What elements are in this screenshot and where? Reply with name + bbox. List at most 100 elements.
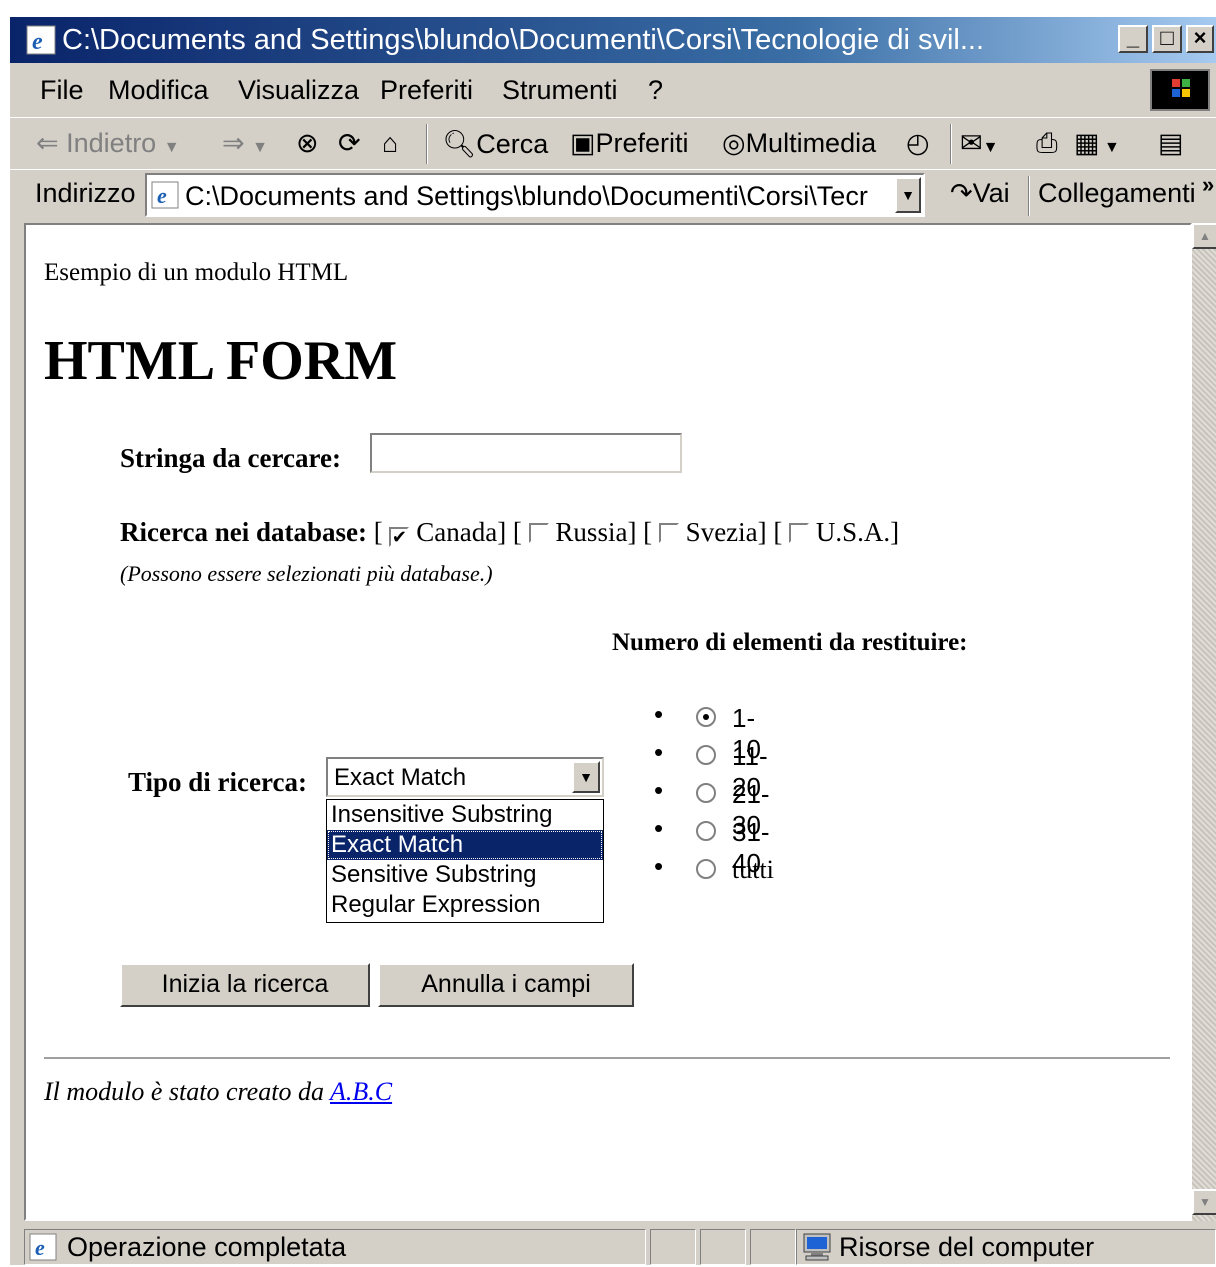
address-input[interactable]: e C:\Documents and Settings\blundo\Docum… (145, 173, 925, 217)
radio-icon (696, 821, 716, 841)
browser-window: e C:\Documents and Settings\blundo\Docum… (8, 15, 1216, 1265)
svg-text:e: e (157, 183, 167, 208)
history-button[interactable]: ◴ (906, 128, 930, 159)
menu-bar: File Modifica Visualizza Preferiti Strum… (10, 67, 1216, 113)
footer-text: Il modulo è stato creato da A.B.C (44, 1077, 392, 1107)
toolbar-separator (1028, 176, 1030, 216)
toolbar-separator (426, 124, 428, 164)
favorites-button[interactable]: ▣Preferiti (570, 128, 689, 159)
bullet-icon: • (654, 737, 664, 767)
toolbar-separator (950, 124, 952, 164)
reset-button[interactable]: Annulla i campi (378, 963, 634, 1007)
count-label: Numero di elementi da restituire: (612, 629, 968, 656)
radio-checked-icon (696, 707, 716, 727)
menu-file[interactable]: File (40, 75, 84, 106)
internet-explorer-icon: e (26, 25, 56, 55)
edit-button[interactable]: ▦ ▼ (1074, 128, 1120, 159)
database-note: (Possono essere selezionati più database… (120, 561, 493, 586)
title-bar[interactable]: e C:\Documents and Settings\blundo\Docum… (10, 17, 1216, 63)
svg-text:e: e (32, 29, 43, 55)
svg-text:e: e (35, 1235, 45, 1260)
bullet-icon: • (654, 813, 664, 843)
print-button[interactable]: ⎙ (1036, 128, 1058, 160)
intro-text: Esempio di un modulo HTML (44, 259, 349, 286)
mail-icon: ✉ (960, 128, 983, 158)
menu-strumenti[interactable]: Strumenti (502, 75, 618, 106)
home-button[interactable]: ⌂ (382, 128, 398, 159)
menu-help[interactable]: ? (648, 75, 663, 106)
checkbox-svezia[interactable] (658, 523, 679, 543)
dropdown-option[interactable]: Regular Expression (327, 890, 603, 920)
checkbox-canada-label: Canada (416, 517, 498, 547)
search-type-selected: Exact Match (334, 764, 467, 791)
chevron-down-icon[interactable]: ▼ (572, 761, 600, 793)
bullet-icon: • (654, 775, 664, 805)
search-icon: 🔍︎ (442, 129, 477, 159)
author-link[interactable]: A.B.C (330, 1077, 392, 1106)
discuss-icon: ▤ (1158, 128, 1184, 158)
search-input[interactable] (370, 433, 682, 473)
back-arrow-icon: ⇐ (36, 128, 59, 158)
page-content: Esempio di un modulo HTML HTML FORM Stri… (24, 223, 1192, 1221)
address-dropdown-button[interactable]: ▼ (895, 177, 921, 213)
database-row: Ricerca nei database: [ ✔ Canada] [ Russ… (120, 517, 900, 547)
close-button[interactable]: × (1186, 25, 1214, 53)
status-message-panel: e Operazione completata (24, 1229, 646, 1265)
search-type-select[interactable]: Exact Match ▼ (326, 757, 604, 797)
status-zone: Risorse del computer (839, 1232, 1095, 1262)
divider (44, 1057, 1170, 1060)
dropdown-option[interactable]: Sensitive Substring (327, 860, 603, 890)
menu-modifica[interactable]: Modifica (108, 75, 209, 106)
radio-icon (696, 859, 716, 879)
dropdown-option-selected[interactable]: Exact Match (327, 830, 603, 860)
links-more-icon[interactable]: » (1202, 172, 1214, 198)
status-panel (700, 1229, 746, 1265)
scroll-down-button[interactable]: ▼ (1192, 1189, 1216, 1215)
minimize-button[interactable]: _ (1118, 25, 1148, 53)
checkbox-usa-label: U.S.A. (815, 517, 891, 547)
status-zone-panel: Risorse del computer (796, 1229, 1216, 1265)
chevron-down-icon: ▼ (1099, 139, 1120, 156)
discuss-button[interactable]: ▤ (1158, 128, 1184, 159)
forward-button[interactable]: ⇒ ▼ (222, 128, 268, 159)
windows-logo-icon (1150, 69, 1210, 111)
chevron-down-icon: ▼ (163, 139, 180, 156)
dropdown-option[interactable]: Insensitive Substring (327, 800, 603, 830)
checkbox-russia[interactable] (528, 523, 549, 543)
search-button[interactable]: 🔍︎Cerca (442, 128, 548, 160)
page-icon: e (151, 181, 179, 209)
toolbar: ⇐ Indietro ▼ ⇒ ▼ ⊗ ⟳ ⌂ 🔍︎Cerca ▣Preferit… (10, 117, 1216, 167)
search-label: Stringa da cercare: (120, 443, 341, 473)
scroll-up-button[interactable]: ▲ (1192, 223, 1216, 249)
home-icon: ⌂ (382, 128, 399, 158)
checkbox-canada[interactable]: ✔ (389, 527, 410, 547)
go-arrow-icon: ↷ (950, 178, 973, 208)
database-label: Ricerca nei database: (120, 517, 367, 547)
go-button[interactable]: ↷Vai (950, 178, 1010, 209)
chevron-down-icon: ▼ (252, 139, 268, 156)
refresh-button[interactable]: ⟳ (338, 128, 361, 159)
bullet-icon: • (654, 699, 664, 729)
menu-visualizza[interactable]: Visualizza (238, 75, 359, 106)
bullet-icon: • (654, 851, 664, 881)
favorites-icon: ▣ (570, 128, 596, 158)
back-button[interactable]: ⇐ Indietro ▼ (36, 128, 180, 159)
address-bar: Indirizzo e C:\Documents and Settings\bl… (10, 169, 1216, 219)
media-button[interactable]: ◎Multimedia (722, 128, 876, 159)
vertical-scrollbar[interactable]: ▲ ▼ (1192, 223, 1216, 1221)
status-panel (750, 1229, 796, 1265)
checkbox-usa[interactable] (789, 523, 810, 543)
checkbox-russia-label: Russia (555, 517, 628, 547)
maximize-button[interactable]: □ (1152, 25, 1182, 53)
address-label: Indirizzo (35, 178, 136, 208)
search-type-label: Tipo di ricerca: (128, 767, 307, 797)
submit-button[interactable]: Inizia la ricerca (120, 963, 370, 1007)
menu-preferiti[interactable]: Preferiti (380, 75, 473, 106)
word-icon: ▦ (1074, 128, 1100, 158)
mail-button[interactable]: ✉▼ (960, 128, 998, 159)
status-message: Operazione completata (67, 1232, 347, 1262)
links-button[interactable]: Collegamenti (1038, 178, 1196, 209)
stop-button[interactable]: ⊗ (296, 128, 319, 159)
footer-prefix: Il modulo è stato creato da (44, 1077, 324, 1106)
window-title: C:\Documents and Settings\blundo\Documen… (62, 24, 985, 56)
